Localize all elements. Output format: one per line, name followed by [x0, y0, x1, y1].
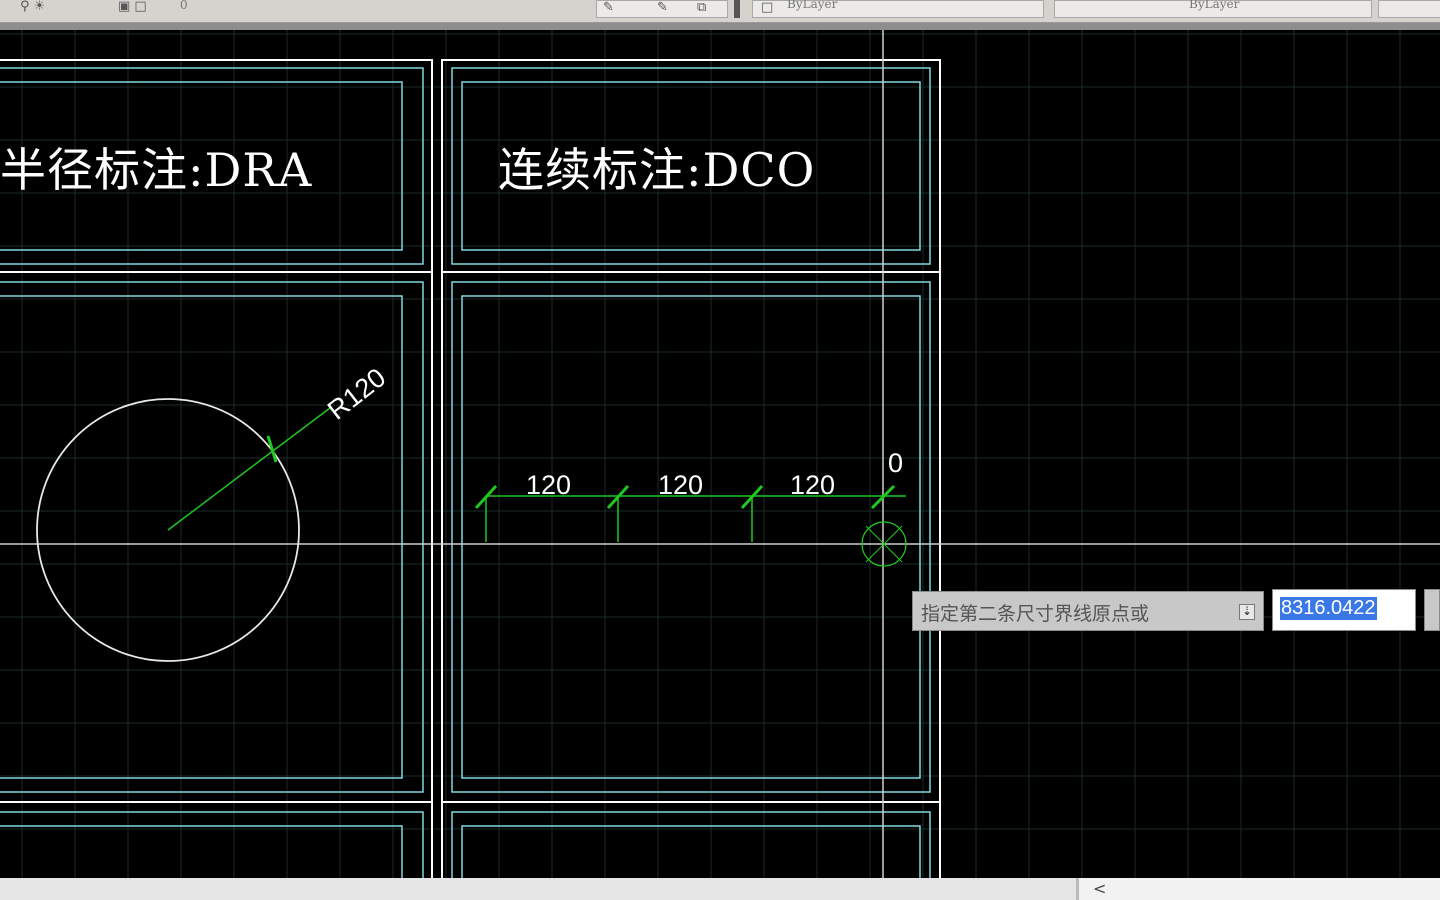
linetype-value: ByLayer — [1189, 0, 1240, 11]
dimension-label-2: 120 — [658, 470, 704, 500]
linetype-control[interactable]: ByLayer — [1054, 0, 1372, 18]
radius-dimension[interactable] — [36, 398, 331, 662]
properties-toolbar: ⚲ ☀ ▣ □ 0 ✎ ✎ ⧉ □ ByLayer ByLayer — [0, 0, 1440, 23]
dimension-label-4: 0 — [888, 448, 904, 478]
lineweight-control[interactable] — [1378, 0, 1440, 18]
toolbar-separator — [734, 0, 740, 18]
drawing-canvas[interactable]: 半径标注:DRA 连续标注:DCO R120 120 120 120 0 — [0, 30, 1440, 878]
dimension-label-3: 120 — [790, 470, 836, 500]
color-swatch-icon: □ — [761, 0, 774, 15]
dynamic-input-value[interactable]: 8316.0422 — [1280, 597, 1377, 620]
layer-walk-icon[interactable]: ⧉ — [697, 1, 706, 17]
layer-state-icon[interactable]: ⚲ ☀ — [20, 0, 45, 16]
color-control[interactable]: □ ByLayer — [752, 0, 1044, 18]
toolbar-bottom-edge — [0, 23, 1440, 30]
color-value: ByLayer — [787, 0, 838, 11]
prompt-text: 指定第二条尺寸界线原点或 — [921, 603, 1150, 625]
dynamic-input-next-field[interactable] — [1424, 589, 1440, 631]
layer-lock-icon[interactable]: ▣ □ — [118, 0, 147, 16]
scroll-left-icon[interactable]: < — [1076, 878, 1440, 900]
layer-value: 0 — [180, 0, 188, 12]
match-properties-icon[interactable]: ✎ — [603, 1, 614, 17]
layer-previous-icon[interactable]: ✎ — [657, 1, 668, 17]
status-bar: < — [0, 878, 1440, 900]
match-properties-group: ✎ ✎ ⧉ — [596, 0, 728, 18]
dynamic-input-prompt: 指定第二条尺寸界线原点或 ⇣ — [912, 591, 1264, 631]
dynamic-input-field[interactable]: 8316.0422 — [1272, 589, 1416, 631]
dimension-label-1: 120 — [526, 470, 572, 500]
options-arrow-icon[interactable]: ⇣ — [1239, 604, 1255, 620]
panel-title-radius: 半径标注:DRA — [0, 143, 313, 197]
panel-title-continuous: 连续标注:DCO — [498, 143, 816, 197]
